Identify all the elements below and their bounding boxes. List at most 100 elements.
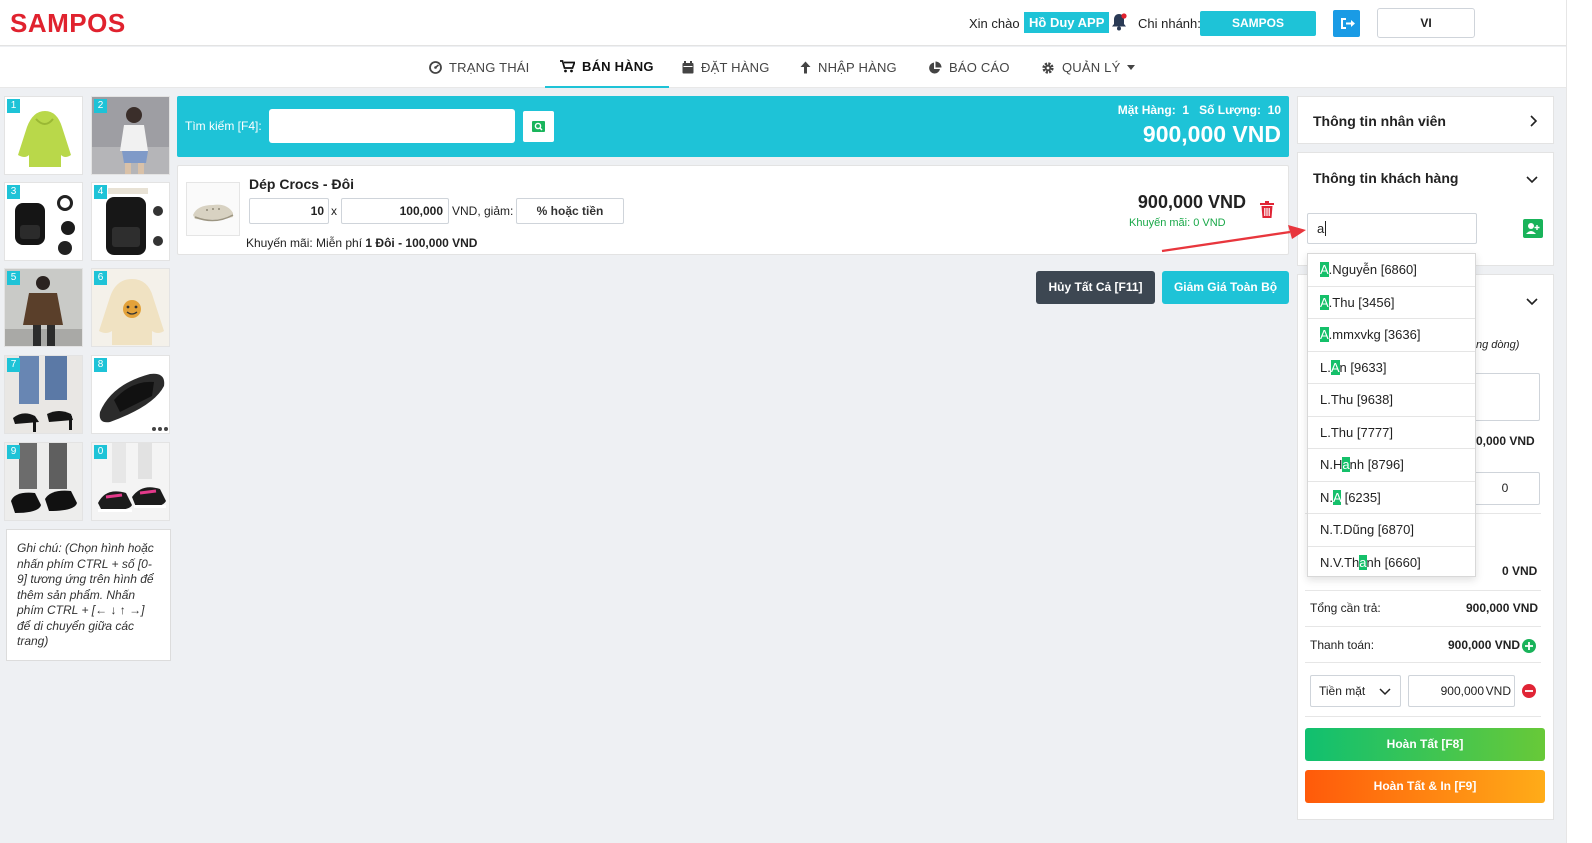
chevron-down-icon	[1379, 688, 1391, 696]
trash-icon[interactable]	[1260, 201, 1274, 218]
add-payment-icon[interactable]	[1522, 639, 1536, 653]
option-text: N.T.Dũng [6870]	[1320, 522, 1414, 537]
customer-option[interactable]: N.V.Thanh [6660]	[1308, 547, 1475, 580]
customer-option[interactable]: L.An [9633]	[1308, 352, 1475, 384]
nav-nhap-hang[interactable]: NHẬP HÀNG	[800, 47, 897, 88]
nav-quan-ly[interactable]: QUẢN LÝ	[1041, 47, 1136, 88]
finish-button[interactable]: Hoàn Tất [F8]	[1305, 728, 1545, 761]
language-button[interactable]: VI	[1377, 8, 1475, 38]
cancel-all-button[interactable]: Hủy Tất Cả [F11]	[1036, 271, 1155, 304]
product-thumb-8[interactable]: 8	[91, 355, 170, 434]
quantity-input[interactable]: 10	[249, 198, 329, 224]
bell-icon[interactable]	[1111, 13, 1127, 31]
chevron-down-icon[interactable]	[1526, 295, 1538, 307]
payment-label: Thanh toán:	[1310, 638, 1375, 652]
add-customer-button[interactable]	[1523, 219, 1543, 238]
branch-button[interactable]: SAMPOS	[1200, 11, 1316, 36]
product-thumb-4[interactable]: 4	[91, 182, 170, 261]
thumb-number: 6	[94, 271, 107, 285]
zero-amount: 0 VND	[1502, 564, 1538, 578]
product-search-input[interactable]	[269, 109, 515, 143]
customer-panel-title: Thông tin khách hàng	[1313, 170, 1459, 186]
thumb-number: 2	[94, 99, 107, 113]
promotion-text: Khuyến mãi: Miễn phí 1 Đôi - 100,000 VND	[246, 236, 477, 250]
product-thumb-2[interactable]: 2	[91, 96, 170, 175]
payment-amount-input[interactable]: 900,000 VND	[1408, 675, 1515, 707]
subtotal-partial: 0,000 VND	[1476, 434, 1535, 448]
nav-label: TRẠNG THÁI	[449, 59, 530, 75]
payment-amount-unit: VND	[1485, 684, 1511, 698]
total-due-label: Tổng cần trả:	[1310, 601, 1381, 615]
thumb-number: 8	[94, 358, 107, 372]
product-thumb-3[interactable]: 3	[4, 182, 83, 261]
promotion-detail: 1 Đôi - 100,000 VND	[365, 236, 478, 250]
gear-icon	[1042, 61, 1054, 74]
text-caret	[1325, 221, 1327, 236]
customer-option[interactable]: L.Thu [7777]	[1308, 417, 1475, 449]
discount-input[interactable]: % hoặc tiền	[516, 198, 624, 224]
option-text: L.	[1320, 359, 1331, 375]
option-text: .mmxvkg [3636]	[1328, 327, 1421, 342]
branch-label: Chi nhánh:	[1138, 16, 1201, 31]
cart-item-name: Dép Crocs - Đôi	[249, 176, 355, 192]
option-text: N.	[1320, 489, 1333, 505]
cart-item-image	[186, 182, 240, 236]
nav-dat-hang[interactable]: ĐẶT HÀNG	[682, 47, 770, 88]
customer-option[interactable]: A.mmxvkg [3636]	[1308, 319, 1475, 352]
quantity-field[interactable]: 0	[1470, 472, 1540, 505]
remove-payment-icon[interactable]	[1522, 684, 1536, 698]
divider	[1305, 716, 1541, 717]
customer-option[interactable]: N.Hanh [8796]	[1308, 449, 1475, 482]
thumb-number: 1	[7, 99, 20, 113]
match-highlight: A	[1320, 327, 1329, 342]
chevron-down-icon[interactable]	[1526, 173, 1538, 185]
nav-label: NHẬP HÀNG	[818, 59, 897, 75]
customer-option[interactable]: N.A [6235]	[1308, 482, 1475, 514]
crocs-image	[193, 204, 234, 222]
customer-suggestions: A.Nguyễn [6860] A.Thu [3456] A.mmxvkg [3…	[1307, 253, 1476, 577]
search-button[interactable]	[523, 111, 554, 142]
payment-method-select[interactable]: Tiền mặt	[1310, 675, 1401, 707]
thumb-number: 7	[7, 358, 20, 372]
payment-value: 900,000 VND	[1448, 638, 1521, 652]
option-text: N.V.Th	[1320, 554, 1360, 570]
nav-label: BÁO CÁO	[949, 59, 1010, 75]
customer-option[interactable]: N.T.Dũng [6870]	[1308, 514, 1475, 547]
customer-search-input[interactable]: a	[1307, 213, 1477, 244]
product-thumb-7[interactable]: 7	[4, 355, 83, 434]
payment-method-value: Tiền mặt	[1319, 684, 1366, 698]
items-count: 1	[1182, 103, 1190, 117]
main-nav: TRẠNG THÁI BÁN HÀNG ĐẶT HÀNG NHẬP HÀNG B…	[0, 47, 1566, 88]
total-due-value: 900,000 VND	[1466, 601, 1539, 615]
product-thumb-9[interactable]: 9	[4, 442, 83, 521]
customer-option[interactable]: A.Thu [3456]	[1308, 287, 1475, 319]
nav-bao-cao[interactable]: BÁO CÁO	[928, 47, 1010, 88]
discount-all-button[interactable]: Giảm Giá Toàn Bộ	[1162, 271, 1289, 304]
thumb-number: 0	[94, 445, 107, 459]
staff-panel[interactable]: Thông tin nhân viên	[1297, 96, 1554, 144]
discount-label: VND, giảm:	[452, 204, 514, 218]
thumb-number: 3	[7, 185, 20, 199]
option-text: nh [6660]	[1366, 554, 1421, 570]
thumb-number: 5	[7, 271, 20, 285]
product-thumb-6[interactable]: 6	[91, 268, 170, 347]
user-badge[interactable]: Hồ Duy APP	[1024, 12, 1110, 33]
product-thumb-0[interactable]: 0	[91, 442, 170, 521]
customer-option[interactable]: A.Nguyễn [6860]	[1308, 254, 1475, 287]
page-scrollbar[interactable]	[1566, 0, 1592, 843]
unit-price-input[interactable]: 100,000	[341, 198, 449, 224]
product-thumb-1[interactable]: 1	[4, 96, 83, 175]
note-textarea[interactable]	[1470, 373, 1540, 421]
product-thumb-5[interactable]: 5	[4, 268, 83, 347]
nav-label: BÁN HÀNG	[582, 58, 654, 74]
nav-ban-hang[interactable]: BÁN HÀNG	[545, 47, 669, 88]
customer-option[interactable]: L.Thu [9638]	[1308, 384, 1475, 417]
search-bar: Tìm kiếm [F4]: Mặt Hàng: 1 Số Lượng: 10 …	[177, 96, 1289, 157]
cart-icon	[560, 60, 575, 73]
cart-summary: Mặt Hàng: 1 Số Lượng: 10	[1118, 103, 1281, 117]
logout-button[interactable]	[1333, 10, 1360, 37]
staff-panel-title: Thông tin nhân viên	[1313, 113, 1446, 129]
finish-print-button[interactable]: Hoàn Tất & In [F9]	[1305, 770, 1545, 803]
nav-trang-thai[interactable]: TRẠNG THÁI	[429, 47, 530, 88]
match-highlight: A	[1320, 294, 1329, 310]
